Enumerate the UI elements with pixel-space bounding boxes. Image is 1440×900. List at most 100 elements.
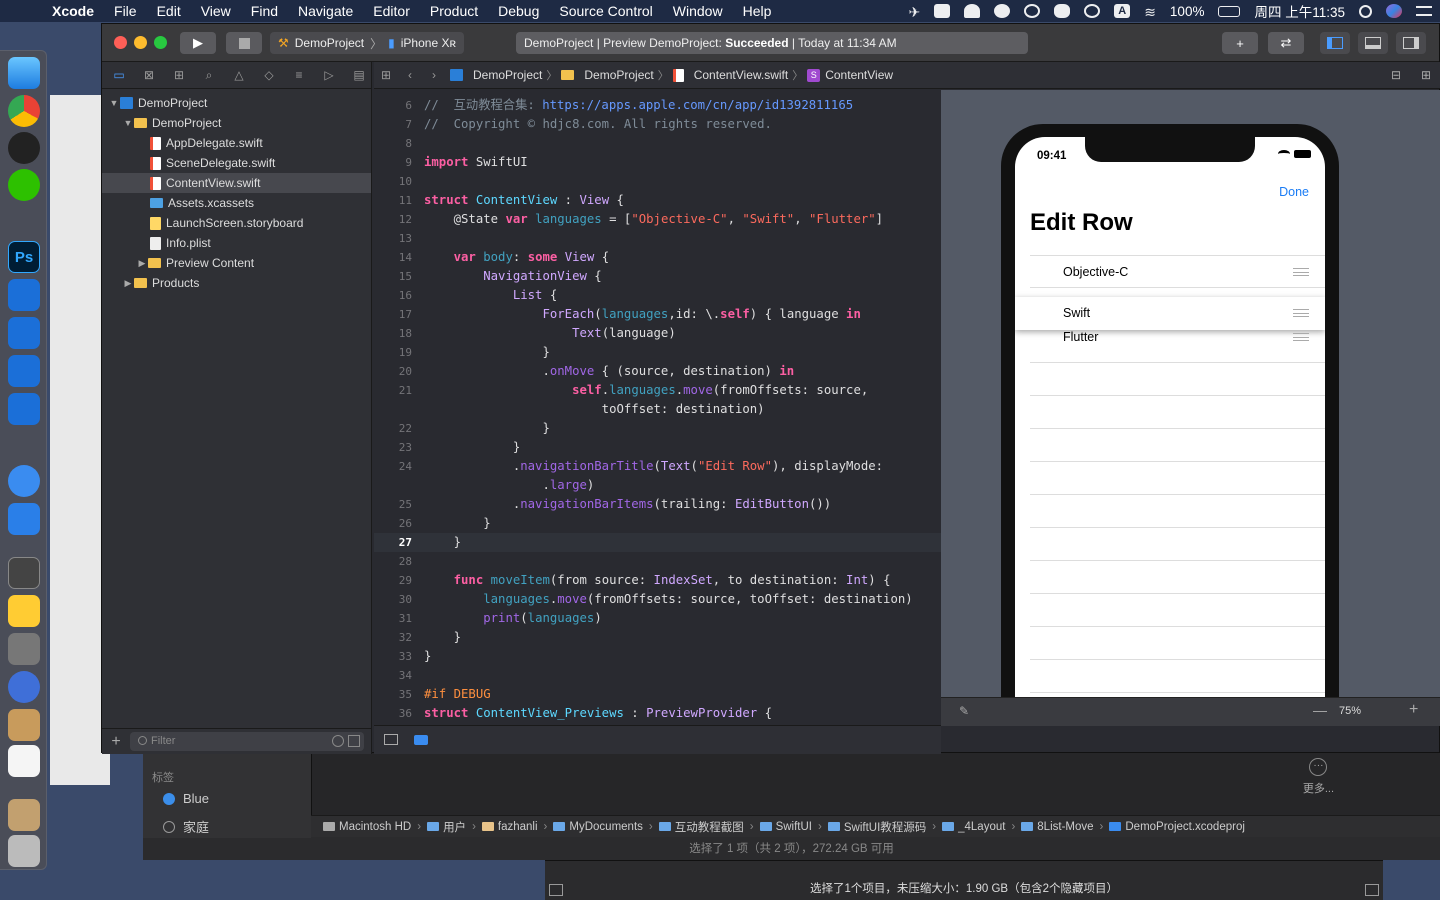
stop-button[interactable] bbox=[226, 32, 262, 54]
done-button[interactable]: Done bbox=[1279, 185, 1309, 199]
shield-icon[interactable] bbox=[1054, 4, 1071, 18]
bird-icon[interactable]: ✈ bbox=[908, 4, 920, 20]
code-line[interactable]: 12 @State var languages = ["Objective-C"… bbox=[374, 210, 941, 229]
menu-navigate[interactable]: Navigate bbox=[288, 0, 363, 22]
list-row-dragging[interactable]: Swift bbox=[1015, 297, 1325, 330]
tree-row[interactable]: ▶ Products bbox=[102, 273, 371, 293]
code-line[interactable]: 22 } bbox=[374, 419, 941, 438]
code-line[interactable]: 34 bbox=[374, 666, 941, 685]
code-line[interactable]: 30 languages.move(fromOffsets: source, t… bbox=[374, 590, 941, 609]
menu-window[interactable]: Window bbox=[663, 0, 733, 22]
filter-input[interactable]: Filter bbox=[130, 732, 364, 751]
tree-row[interactable]: SceneDelegate.swift bbox=[102, 153, 371, 173]
code-line[interactable]: 20 .onMove { (source, destination) in bbox=[374, 362, 941, 381]
code-line[interactable]: 14 var body: some View { bbox=[374, 248, 941, 267]
code-line[interactable]: 27 } bbox=[374, 533, 941, 552]
related-items-icon[interactable]: ⊞ bbox=[374, 68, 398, 82]
menu-help[interactable]: Help bbox=[733, 0, 782, 22]
bird-app-icon[interactable] bbox=[8, 671, 40, 703]
code-line[interactable]: 16 List { bbox=[374, 286, 941, 305]
jump-crumb[interactable]: DemoProject bbox=[557, 68, 657, 82]
tree-row[interactable]: ▼ DemoProject bbox=[102, 93, 371, 113]
code-line[interactable]: 33} bbox=[374, 647, 941, 666]
archive-utility-icon[interactable] bbox=[8, 709, 40, 741]
bell-icon[interactable] bbox=[964, 4, 981, 18]
downloads-icon[interactable] bbox=[8, 799, 40, 831]
menu-file[interactable]: File bbox=[104, 0, 147, 22]
trash-icon[interactable] bbox=[8, 835, 40, 867]
disclosure-icon[interactable]: ▶ bbox=[122, 278, 134, 289]
minimize-icon[interactable] bbox=[134, 36, 147, 49]
symbol-navigator-tab[interactable]: ⊞ bbox=[168, 66, 190, 84]
disclosure-icon[interactable]: ▼ bbox=[122, 118, 134, 128]
input-source-icon[interactable]: A bbox=[1114, 4, 1131, 18]
code-line[interactable]: 17 ForEach(languages,id: \.self) { langu… bbox=[374, 305, 941, 324]
code-line[interactable]: .large) bbox=[374, 476, 941, 495]
menu-editor[interactable]: Editor bbox=[363, 0, 420, 22]
code-line[interactable]: 26 } bbox=[374, 514, 941, 533]
clock[interactable]: 周四 上午11:35 bbox=[1254, 1, 1345, 21]
editor-options-icon[interactable]: ⊟ bbox=[1391, 68, 1401, 82]
project-navigator-tab[interactable]: ▭ bbox=[108, 66, 130, 84]
path-crumb[interactable]: SwiftUI bbox=[759, 821, 812, 833]
forward-icon[interactable]: › bbox=[422, 68, 446, 82]
filezilla-icon[interactable] bbox=[8, 633, 40, 665]
code-line[interactable]: 24 .navigationBarTitle(Text("Edit Row"),… bbox=[374, 457, 941, 476]
code-line[interactable]: 10 bbox=[374, 172, 941, 191]
pin-icon[interactable]: ✎ bbox=[959, 704, 969, 718]
menu-view[interactable]: View bbox=[191, 0, 241, 22]
path-crumb[interactable]: Macintosh HD bbox=[323, 821, 411, 833]
code-line[interactable]: 15 NavigationView { bbox=[374, 267, 941, 286]
breakpoint-toggle-icon[interactable] bbox=[414, 735, 428, 745]
code-line[interactable]: toOffset: destination) bbox=[374, 400, 941, 419]
recent-files-icon[interactable] bbox=[332, 735, 344, 747]
xcode-alt-icon[interactable] bbox=[8, 355, 40, 387]
path-crumb[interactable]: MyDocuments bbox=[553, 821, 643, 833]
code-line[interactable]: 11 struct ContentView : View { bbox=[374, 191, 941, 210]
zoom-out-icon[interactable]: — bbox=[1313, 702, 1327, 718]
code-line[interactable]: 28 bbox=[374, 552, 941, 571]
finder-icon[interactable] bbox=[8, 57, 40, 89]
toggle-inspector-button[interactable] bbox=[1396, 32, 1426, 54]
wechat-icon[interactable] bbox=[8, 169, 40, 201]
cloud-icon[interactable] bbox=[994, 4, 1011, 18]
menu-product[interactable]: Product bbox=[420, 0, 488, 22]
code-line[interactable]: 29 func moveItem(from source: IndexSet, … bbox=[374, 571, 941, 590]
reorder-handle-icon[interactable] bbox=[1293, 268, 1309, 276]
issue-navigator-tab[interactable]: △ bbox=[228, 66, 250, 84]
library-button[interactable]: + bbox=[1222, 32, 1258, 54]
dnd-icon[interactable] bbox=[1084, 4, 1101, 18]
toggle-debug-button[interactable] bbox=[1358, 32, 1388, 54]
tree-row[interactable]: ▶ Preview Content bbox=[102, 253, 371, 273]
xcode-icon[interactable] bbox=[8, 279, 40, 311]
transmit-icon[interactable] bbox=[8, 595, 40, 627]
photoshop-icon[interactable]: Ps bbox=[8, 241, 40, 273]
source-editor[interactable]: 6 // 互动教程合集: https://apps.apple.com/cn/ap… bbox=[374, 90, 941, 725]
eye-icon[interactable] bbox=[1024, 4, 1041, 18]
report-navigator-tab[interactable]: ▤ bbox=[348, 66, 370, 84]
test-navigator-tab[interactable]: ◇ bbox=[258, 66, 280, 84]
menu-edit[interactable]: Edit bbox=[147, 0, 191, 22]
pages-icon[interactable] bbox=[8, 465, 40, 497]
add-editor-icon[interactable]: ⊞ bbox=[1421, 68, 1431, 82]
tree-row[interactable]: LaunchScreen.storyboard bbox=[102, 213, 371, 233]
list-row[interactable]: Flutter bbox=[1030, 330, 1325, 363]
menu-debug[interactable]: Debug bbox=[488, 0, 549, 22]
debug-navigator-tab[interactable]: ≡ bbox=[288, 66, 310, 84]
scheme-selector[interactable]: ⚒ DemoProject 〉 ▮ iPhone Xʀ bbox=[270, 32, 464, 54]
path-crumb[interactable]: DemoProject.xcodeproj bbox=[1109, 821, 1245, 833]
more-button[interactable]: ··· 更多... bbox=[1303, 758, 1334, 796]
preview-canvas-icon[interactable] bbox=[384, 734, 398, 745]
disclosure-icon[interactable]: ▼ bbox=[108, 98, 120, 108]
tag-blue[interactable]: Blue bbox=[163, 791, 209, 806]
code-review-button[interactable]: ⇄ bbox=[1268, 32, 1304, 54]
notification-center-icon[interactable] bbox=[1416, 6, 1432, 16]
menu-source-control[interactable]: Source Control bbox=[549, 0, 662, 22]
list-row[interactable]: Objective-C bbox=[1030, 255, 1325, 288]
baidu-netdisk-icon[interactable] bbox=[8, 503, 40, 535]
zoom-level[interactable]: 75% bbox=[1339, 705, 1361, 717]
scm-filter-icon[interactable] bbox=[348, 735, 360, 747]
code-line[interactable]: 13 bbox=[374, 229, 941, 248]
menu-xcode[interactable]: Xcode bbox=[42, 0, 104, 22]
zoom-in-icon[interactable]: + bbox=[1409, 701, 1418, 719]
